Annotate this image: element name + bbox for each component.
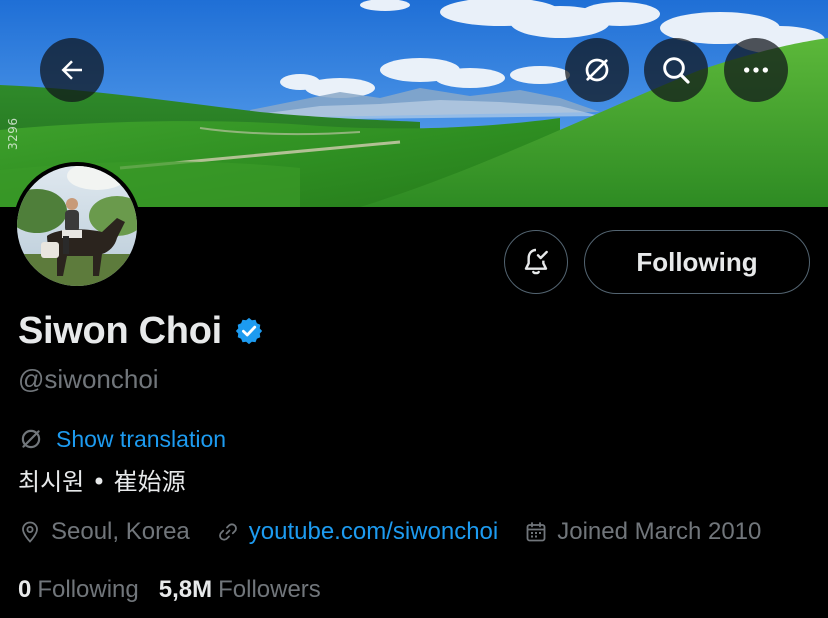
more-icon [744,67,768,73]
following-label: Following [37,576,139,603]
followers-count: 5,8M [158,576,213,603]
translate-small-icon [18,426,44,452]
profile-banner[interactable]: 3296 [0,0,828,207]
search-button[interactable] [644,38,708,102]
following-button[interactable]: Following [584,230,810,294]
location-pin-icon [18,520,42,544]
website-link[interactable]: youtube.com/siwonchoi [249,518,498,546]
profile-meta: Seoul, Korea youtube.com/siwonchoi Joine… [18,516,787,548]
followers-label: Followers [218,576,321,603]
search-icon [663,57,690,84]
avatar[interactable] [13,162,141,290]
bell-check-icon [524,248,548,275]
notifications-button[interactable] [504,230,568,294]
display-name-row: Siwon Choi [18,306,264,356]
profile-page: 3296 Following Siwon Choi @siwonchoi Sho… [0,0,828,618]
joined-text: Joined March 2010 [557,518,762,545]
joined-item: Joined March 2010 [524,518,761,546]
link-icon [216,520,240,544]
translate-row: Show translation [18,424,226,454]
location-item: Seoul, Korea [18,518,190,546]
location-text: Seoul, Korea [51,518,190,545]
website-item: youtube.com/siwonchoi [216,518,498,546]
avatar-image [17,166,137,286]
banner-watermark: 3296 [6,117,20,150]
display-name: Siwon Choi [18,309,222,352]
following-count: 0 [18,576,32,603]
calendar-icon [524,520,548,544]
profile-bio: 최시원 • 崔始源 [18,468,186,496]
follow-counts: 0 Following 5,8M Followers [18,574,341,606]
verified-icon [235,317,262,345]
verified-badge-icon[interactable] [234,316,264,346]
followers-count-link[interactable]: 5,8M Followers [159,576,321,604]
translate-button[interactable] [565,38,629,102]
back-button[interactable] [40,38,104,102]
following-count-link[interactable]: 0 Following [18,576,139,604]
translate-icon [585,58,609,82]
arrow-left-icon [61,60,82,80]
show-translation-link[interactable]: Show translation [56,426,226,453]
more-button[interactable] [724,38,788,102]
banner-image [0,0,828,207]
user-handle: @siwonchoi [18,364,159,394]
